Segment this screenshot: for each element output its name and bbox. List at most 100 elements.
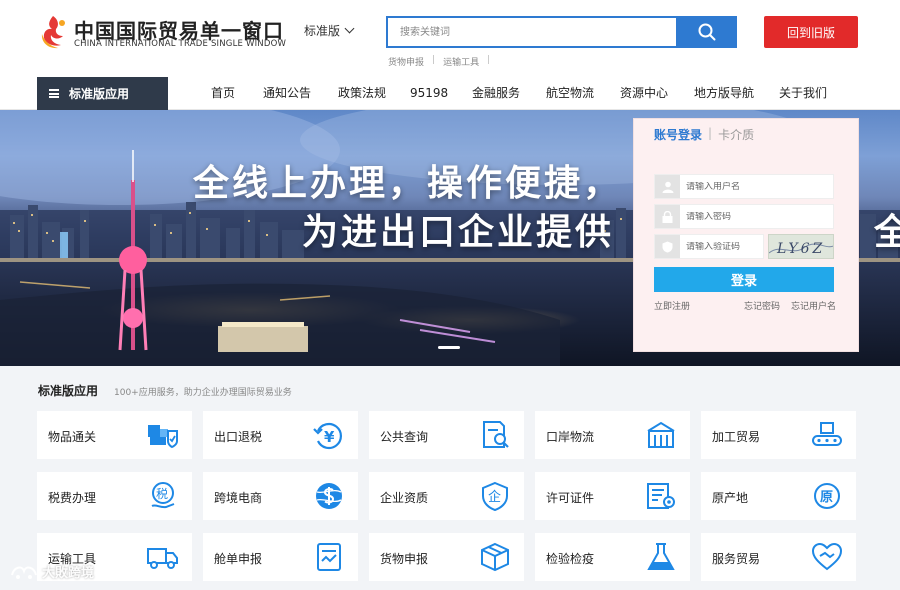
apps-section-title: 标准版应用 bbox=[38, 384, 99, 398]
main-nav: 标准版应用 首页 通知公告 政策法规 95198 金融服务 航空物流 资源中心 … bbox=[0, 77, 900, 110]
app-card-service-trade[interactable]: 服务贸易 bbox=[701, 533, 856, 581]
search-button[interactable] bbox=[676, 16, 737, 48]
app-card-label: 跨境电商 bbox=[214, 491, 263, 505]
forgot-password-link[interactable]: 忘记密码 bbox=[744, 299, 780, 312]
app-card-label: 舱单申报 bbox=[214, 552, 263, 566]
certificate-icon bbox=[647, 483, 675, 509]
captcha-input[interactable] bbox=[680, 241, 758, 252]
app-card-label: 服务贸易 bbox=[712, 552, 761, 566]
username-input[interactable] bbox=[680, 181, 780, 192]
header: 中国国际贸易单一窗口 CHINA INTERNATIONAL TRADE SIN… bbox=[0, 0, 900, 77]
edition-selector[interactable]: 标准版 bbox=[304, 22, 355, 39]
tax-glyph: 税 bbox=[156, 487, 168, 501]
app-card-inspection-quarantine[interactable]: 检验检疫 bbox=[535, 533, 690, 581]
lock-icon bbox=[655, 205, 680, 228]
origin-glyph: 原 bbox=[820, 490, 833, 505]
app-card-public-query[interactable]: 公共查询 bbox=[369, 411, 524, 459]
nav-item-finance[interactable]: 金融服务 bbox=[472, 77, 520, 110]
app-card-label: 口岸物流 bbox=[546, 430, 595, 444]
logo[interactable]: 中国国际贸易单一窗口 CHINA INTERNATIONAL TRADE SIN… bbox=[38, 14, 288, 54]
login-panel: 账号登录 | 卡介质 LY6Z 登录 立即注册 忘记密码 忘记用户名 bbox=[633, 118, 859, 352]
banner-headline-1: 全线上办理，操作便捷， bbox=[193, 163, 623, 204]
manifest-document-icon bbox=[317, 543, 341, 571]
handshake-heart-icon bbox=[811, 542, 843, 571]
refund-glyph: ¥ bbox=[324, 428, 335, 446]
logo-subtitle: CHINA INTERNATIONAL TRADE SINGLE WINDOW bbox=[74, 39, 287, 49]
quick-link-transport[interactable]: 运输工具 bbox=[443, 55, 479, 68]
app-card-manifest-declaration[interactable]: 舱单申报 bbox=[203, 533, 358, 581]
divider: | bbox=[708, 126, 713, 140]
captcha-text: LY6Z bbox=[776, 241, 825, 257]
nav-item-about[interactable]: 关于我们 bbox=[779, 77, 827, 110]
nav-item-notices[interactable]: 通知公告 bbox=[263, 77, 311, 110]
login-tabs: 账号登录 | 卡介质 bbox=[654, 126, 754, 143]
app-card-label: 原产地 bbox=[712, 491, 749, 505]
globe-dollar-icon bbox=[316, 483, 342, 509]
search-input[interactable] bbox=[388, 18, 676, 46]
edition-label: 标准版 bbox=[304, 24, 341, 38]
captcha-field bbox=[654, 234, 764, 259]
divider: | bbox=[432, 55, 436, 65]
tab-account-login[interactable]: 账号登录 bbox=[654, 126, 702, 143]
app-card-label: 检验检疫 bbox=[546, 552, 595, 566]
banner-headline-edge: 全 bbox=[874, 212, 900, 253]
nav-app-button[interactable]: 标准版应用 bbox=[37, 77, 168, 110]
search-box bbox=[386, 16, 676, 48]
search-icon bbox=[698, 23, 715, 41]
quick-links: 货物申报 | 运输工具 | bbox=[388, 55, 490, 68]
app-card-tax-payment[interactable]: 税费办理 税 bbox=[37, 472, 192, 520]
package-box-icon bbox=[481, 542, 509, 572]
user-icon bbox=[655, 175, 680, 198]
enterprise-glyph: 企 bbox=[488, 489, 501, 505]
nav-item-home[interactable]: 首页 bbox=[211, 77, 235, 110]
captcha-image[interactable]: LY6Z bbox=[768, 234, 834, 259]
app-card-label: 货物申报 bbox=[380, 552, 429, 566]
origin-badge-icon: 原 bbox=[814, 483, 840, 509]
app-card-label: 公共查询 bbox=[380, 430, 429, 444]
nav-item-local-nav[interactable]: 地方版导航 bbox=[694, 77, 754, 110]
app-card-goods-declaration[interactable]: 货物申报 bbox=[369, 533, 524, 581]
conveyor-box-icon bbox=[812, 422, 842, 446]
watermark-text: 大敗跨境 bbox=[42, 566, 95, 581]
app-card-license[interactable]: 许可证件 bbox=[535, 472, 690, 520]
login-button[interactable]: 登录 bbox=[654, 267, 834, 292]
app-card-port-logistics[interactable]: 口岸物流 bbox=[535, 411, 690, 459]
apps-section-subtitle: 100+应用服务，助力企业办理国际贸易业务 bbox=[114, 388, 292, 398]
search-document-icon bbox=[483, 421, 509, 448]
forgot-username-link[interactable]: 忘记用户名 bbox=[791, 299, 836, 312]
menu-icon bbox=[49, 89, 59, 98]
watermark: 大敗跨境 bbox=[10, 562, 94, 581]
password-input[interactable] bbox=[680, 211, 780, 222]
chevron-down-icon bbox=[344, 23, 355, 34]
customs-clearance-icon bbox=[148, 425, 178, 449]
nav-item-resources[interactable]: 资源中心 bbox=[620, 77, 668, 110]
password-field bbox=[654, 204, 834, 229]
nav-item-air-logistics[interactable]: 航空物流 bbox=[546, 77, 594, 110]
quick-link-goods[interactable]: 货物申报 bbox=[388, 55, 424, 68]
nav-item-hotline[interactable]: 95198 bbox=[410, 77, 448, 110]
old-version-button[interactable]: 回到旧版 bbox=[764, 16, 858, 48]
app-card-cross-border-ecommerce[interactable]: 跨境电商 bbox=[203, 472, 358, 520]
app-card-enterprise-qualification[interactable]: 企业资质 企 bbox=[369, 472, 524, 520]
app-card-processing-trade[interactable]: 加工贸易 bbox=[701, 411, 856, 459]
app-card-label: 许可证件 bbox=[546, 491, 595, 505]
app-card-export-refund[interactable]: 出口退税 ¥ bbox=[203, 411, 358, 459]
carousel-indicator[interactable] bbox=[438, 346, 460, 349]
divider: | bbox=[487, 55, 491, 65]
app-card-goods-clearance[interactable]: 物品通关 bbox=[37, 411, 192, 459]
app-card-label: 物品通关 bbox=[48, 430, 97, 444]
banner-headline-2: 为进出口企业提供 bbox=[302, 212, 615, 253]
watermark-logo-icon bbox=[11, 566, 37, 579]
logo-mark-icon bbox=[41, 16, 65, 49]
register-link[interactable]: 立即注册 bbox=[654, 299, 690, 312]
shield-icon bbox=[655, 235, 680, 258]
nav-item-policies[interactable]: 政策法规 bbox=[338, 77, 386, 110]
app-card-label: 税费办理 bbox=[48, 491, 97, 505]
tab-card-login[interactable]: 卡介质 bbox=[718, 126, 754, 143]
app-card-label: 出口退税 bbox=[214, 430, 263, 444]
port-building-icon bbox=[647, 421, 675, 448]
tax-refund-icon: ¥ bbox=[313, 422, 342, 450]
tax-hand-icon: 税 bbox=[151, 482, 175, 509]
enterprise-shield-icon: 企 bbox=[482, 481, 508, 512]
app-card-origin[interactable]: 原产地 原 bbox=[701, 472, 856, 520]
